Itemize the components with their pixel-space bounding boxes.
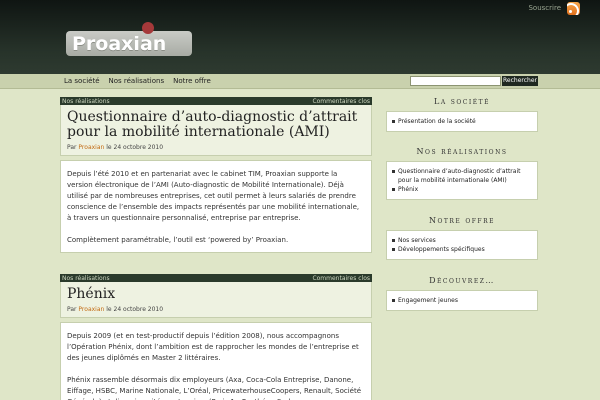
widget-list: Questionnaire d’auto-diagnostic d’attrai… xyxy=(386,161,538,200)
bullet-icon xyxy=(392,248,395,251)
widget-title: Notre offre xyxy=(428,216,495,225)
subscribe-label[interactable]: Souscrire xyxy=(528,4,561,12)
post-body: Depuis l’été 2010 et en partenariat avec… xyxy=(60,160,372,253)
post-bar: Nos réalisations Commentaires clos xyxy=(60,274,372,282)
widget-item[interactable]: Engagement jeunes xyxy=(392,296,533,305)
post-ami: Nos réalisations Commentaires clos Quest… xyxy=(60,97,372,253)
logo-dot-icon xyxy=(142,22,154,34)
post-header: Questionnaire d’auto-diagnostic d’attrai… xyxy=(60,105,372,156)
bullet-icon xyxy=(392,299,395,302)
post-author-link[interactable]: Proaxian xyxy=(78,306,104,313)
widget-nos-realisations: Nos réalisations Questionnaire d’auto-di… xyxy=(386,147,538,200)
nav-item-nos-realisations[interactable]: Nos réalisations xyxy=(109,77,165,85)
post-by: Par xyxy=(67,144,77,151)
post-comments-status: Commentaires clos xyxy=(312,97,370,105)
nav-item-notre-offre[interactable]: Notre offre xyxy=(173,77,211,85)
widget-item-label[interactable]: Engagement jeunes xyxy=(398,296,458,305)
widget-item[interactable]: Nos services xyxy=(392,236,533,245)
widget-item[interactable]: Présentation de la société xyxy=(392,117,533,126)
widget-notre-offre: Notre offre Nos services Développements … xyxy=(386,216,538,260)
widget-list: Présentation de la société xyxy=(386,111,538,132)
post-paragraph: Depuis 2009 (et en test-productif depuis… xyxy=(67,332,359,362)
post-author-link[interactable]: Proaxian xyxy=(78,144,104,151)
widget-la-societe: La société Présentation de la société xyxy=(386,97,538,132)
widget-title: Nos réalisations xyxy=(416,147,508,156)
bullet-icon xyxy=(392,170,395,173)
widget-list: Nos services Développements spécifiques xyxy=(386,230,538,260)
widget-item-label[interactable]: Développements spécifiques xyxy=(398,245,485,254)
bullet-icon xyxy=(392,188,395,191)
widget-item[interactable]: Questionnaire d’auto-diagnostic d’attrai… xyxy=(392,167,533,185)
post-paragraph: Phénix rassemble désormais dix employeur… xyxy=(67,376,362,400)
post-paragraph: Depuis l’été 2010 et en partenariat avec… xyxy=(67,170,360,222)
post-paragraph: Complètement paramétrable, l’outil est ‘… xyxy=(67,236,289,244)
site-logo[interactable]: Proaxian xyxy=(66,31,192,56)
post-category-link[interactable]: Nos réalisations xyxy=(62,275,110,282)
post-body: Depuis 2009 (et en test-productif depuis… xyxy=(60,322,372,400)
post-phenix: Nos réalisations Commentaires clos Phéni… xyxy=(60,274,372,400)
search-button[interactable]: Rechercher xyxy=(502,76,538,86)
post-category-link[interactable]: Nos réalisations xyxy=(62,98,110,105)
widget-title: La société xyxy=(434,97,490,106)
post-meta: Par Proaxian le 24 octobre 2010 xyxy=(67,144,365,151)
post-bar: Nos réalisations Commentaires clos xyxy=(60,97,372,105)
post-date: le 24 octobre 2010 xyxy=(106,306,164,313)
logo-text: Proaxian xyxy=(72,32,167,55)
rss-icon[interactable] xyxy=(567,1,580,15)
nav-item-la-societe[interactable]: La société xyxy=(64,77,100,85)
post-title-link[interactable]: Questionnaire d’auto-diagnostic d’attrai… xyxy=(67,110,365,140)
widget-item-label[interactable]: Présentation de la société xyxy=(398,117,476,126)
widget-item-label[interactable]: Phénix xyxy=(398,185,418,194)
post-comments-status: Commentaires clos xyxy=(312,274,370,282)
site-header: Souscrire Proaxian xyxy=(0,0,600,74)
widget-list: Engagement jeunes xyxy=(386,290,538,311)
post-by: Par xyxy=(67,306,77,313)
widget-title: Découvrez… xyxy=(429,276,495,285)
bullet-icon xyxy=(392,239,395,242)
widget-item-label[interactable]: Questionnaire d’auto-diagnostic d’attrai… xyxy=(398,167,533,185)
post-title-link[interactable]: Phénix xyxy=(67,287,365,302)
search-input[interactable] xyxy=(410,76,501,86)
widget-item[interactable]: Développements spécifiques xyxy=(392,245,533,254)
widget-item[interactable]: Phénix xyxy=(392,185,533,194)
post-header: Phénix Par Proaxian le 24 octobre 2010 xyxy=(60,282,372,318)
widget-item-label[interactable]: Nos services xyxy=(398,236,436,245)
post-date: le 24 octobre 2010 xyxy=(106,144,164,151)
nav-links: La société Nos réalisations Notre offre xyxy=(64,77,211,85)
post-meta: Par Proaxian le 24 octobre 2010 xyxy=(67,306,365,313)
bullet-icon xyxy=(392,120,395,123)
widget-decouvrez: Découvrez… Engagement jeunes xyxy=(386,276,538,311)
subscribe-link[interactable]: Souscrire xyxy=(528,1,580,15)
main-nav: La société Nos réalisations Notre offre … xyxy=(0,74,600,89)
